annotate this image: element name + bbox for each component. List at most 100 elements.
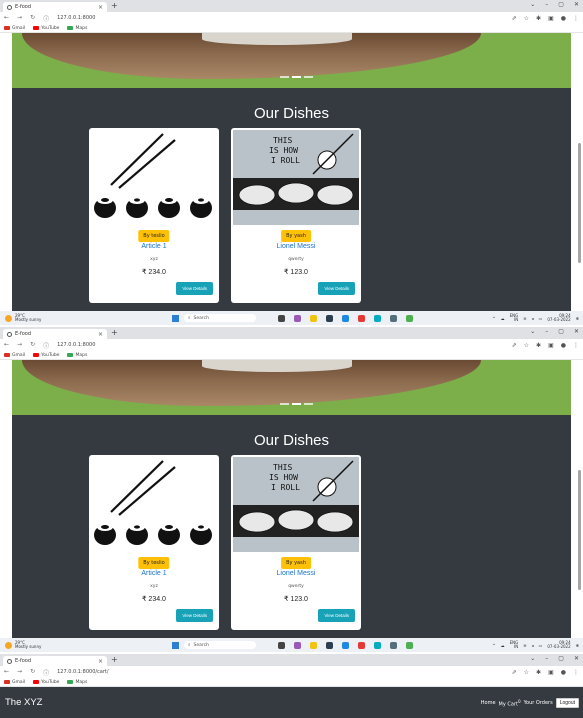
dish-name[interactable]: Lionel Messi	[231, 243, 361, 250]
new-tab-button[interactable]: +	[111, 1, 118, 10]
vscode-icon[interactable]	[374, 641, 381, 649]
bookmark-maps[interactable]: Maps	[67, 680, 87, 685]
back-icon[interactable]: ←	[4, 14, 9, 23]
taskview-icon[interactable]	[278, 314, 285, 322]
profile-icon[interactable]: ●	[561, 669, 566, 676]
chevron-up-icon[interactable]: ^	[492, 643, 495, 648]
cloud-icon[interactable]: ☁	[501, 643, 505, 648]
carousel-dot[interactable]	[280, 76, 289, 78]
taskbar-search[interactable]: ⌕ Search	[184, 314, 256, 322]
share-icon[interactable]: ⇗	[512, 669, 517, 676]
extensions-icon[interactable]: ✱	[536, 669, 541, 676]
chevron-down-icon[interactable]: ⌄	[530, 328, 535, 335]
share-icon[interactable]: ⇗	[512, 15, 517, 22]
bookmark-gmail[interactable]: Gmail	[4, 680, 25, 685]
profile-icon[interactable]: ●	[561, 15, 566, 22]
close-window-icon[interactable]: ✕	[574, 328, 579, 335]
chrome-icon[interactable]	[406, 314, 413, 322]
windows-start-icon[interactable]	[172, 314, 179, 322]
menu-icon[interactable]: ⋮	[573, 342, 579, 349]
close-window-icon[interactable]: ✕	[574, 655, 579, 662]
carousel-dot-active[interactable]	[292, 76, 301, 78]
chevron-down-icon[interactable]: ⌄	[530, 655, 535, 662]
store-icon[interactable]	[326, 314, 333, 322]
minimize-icon[interactable]: –	[545, 1, 548, 8]
minimize-icon[interactable]: –	[545, 328, 548, 335]
wifi-icon[interactable]: ≋	[523, 316, 526, 321]
maximize-icon[interactable]: ▢	[558, 1, 564, 8]
view-details-button[interactable]: View Details	[176, 609, 213, 622]
url-input[interactable]: 127.0.0.1:8000	[57, 342, 512, 348]
reload-icon[interactable]: ↻	[30, 14, 35, 23]
browser-tab[interactable]: E-food ×	[3, 2, 107, 12]
vscode-icon[interactable]	[374, 314, 381, 322]
close-tab-icon[interactable]: ×	[98, 658, 103, 665]
app-icon[interactable]	[358, 641, 365, 649]
chat-icon[interactable]	[294, 314, 301, 322]
nav-your-orders[interactable]: Your Orders	[524, 700, 553, 706]
star-icon[interactable]: ☆	[524, 15, 529, 22]
edge-icon[interactable]	[342, 314, 349, 322]
app-icon[interactable]	[390, 641, 397, 649]
chrome-icon[interactable]	[406, 641, 413, 649]
url-input[interactable]: 127.0.0.1:8000/cart/	[57, 669, 512, 675]
dish-name[interactable]: Article 1	[89, 243, 219, 250]
bookmark-gmail[interactable]: Gmail	[4, 353, 25, 358]
forward-icon[interactable]: →	[17, 668, 22, 677]
battery-icon[interactable]: ▭	[539, 316, 543, 321]
scrollbar-thumb[interactable]	[578, 143, 581, 263]
extensions-icon[interactable]: ✱	[536, 342, 541, 349]
taskbar-search[interactable]: ⌕ Search	[184, 641, 256, 649]
folder-icon[interactable]	[310, 314, 317, 322]
bookmark-maps[interactable]: Maps	[67, 353, 87, 358]
view-details-button[interactable]: View Details	[176, 282, 213, 295]
dish-name[interactable]: Article 1	[89, 570, 219, 577]
weather-widget[interactable]: 29°C Mostly sunny	[0, 313, 160, 323]
star-icon[interactable]: ☆	[524, 669, 529, 676]
battery-icon[interactable]: ▭	[539, 643, 543, 648]
weather-widget[interactable]: 29°C Mostly sunny	[0, 640, 160, 650]
extensions-icon[interactable]: ✱	[536, 15, 541, 22]
app-icon[interactable]	[390, 314, 397, 322]
windows-start-icon[interactable]	[172, 641, 179, 649]
taskview-icon[interactable]	[278, 641, 285, 649]
close-tab-icon[interactable]: ×	[98, 4, 103, 11]
minimize-icon[interactable]: –	[545, 655, 548, 662]
app-icon[interactable]	[358, 314, 365, 322]
scrollbar[interactable]	[578, 360, 582, 620]
carousel-dot[interactable]	[304, 76, 313, 78]
scrollbar[interactable]	[578, 33, 582, 293]
carousel-dot[interactable]	[280, 403, 289, 405]
chevron-down-icon[interactable]: ⌄	[530, 1, 535, 8]
new-tab-button[interactable]: +	[111, 328, 118, 337]
profile-icon[interactable]: ●	[561, 342, 566, 349]
sidebar-icon[interactable]: ▣	[548, 15, 554, 22]
view-details-button[interactable]: View Details	[318, 282, 355, 295]
volume-icon[interactable]: ◂	[532, 643, 534, 648]
edge-icon[interactable]	[342, 641, 349, 649]
close-tab-icon[interactable]: ×	[98, 331, 103, 338]
bookmark-maps[interactable]: Maps	[67, 26, 87, 31]
share-icon[interactable]: ⇗	[512, 342, 517, 349]
bookmark-gmail[interactable]: Gmail	[4, 26, 25, 31]
sidebar-icon[interactable]: ▣	[548, 669, 554, 676]
scrollbar-thumb[interactable]	[578, 470, 581, 590]
chevron-up-icon[interactable]: ^	[492, 316, 495, 321]
bookmark-youtube[interactable]: YouTube	[33, 26, 59, 31]
menu-icon[interactable]: ⋮	[573, 15, 579, 22]
wifi-icon[interactable]: ≋	[523, 643, 526, 648]
volume-icon[interactable]: ◂	[532, 316, 534, 321]
view-details-button[interactable]: View Details	[318, 609, 355, 622]
notification-icon[interactable]: ✻	[576, 316, 579, 321]
folder-icon[interactable]	[310, 641, 317, 649]
reload-icon[interactable]: ↻	[30, 341, 35, 350]
forward-icon[interactable]: →	[17, 14, 22, 23]
url-input[interactable]: 127.0.0.1:8000	[57, 15, 512, 21]
reload-icon[interactable]: ↻	[30, 668, 35, 677]
notification-icon[interactable]: ✻	[576, 643, 579, 648]
close-window-icon[interactable]: ✕	[574, 1, 579, 8]
nav-my-cart[interactable]: My Cart0	[499, 699, 521, 708]
sidebar-icon[interactable]: ▣	[548, 342, 554, 349]
info-icon[interactable]: ⓘ	[43, 14, 49, 23]
browser-tab[interactable]: E-food ×	[3, 329, 107, 339]
